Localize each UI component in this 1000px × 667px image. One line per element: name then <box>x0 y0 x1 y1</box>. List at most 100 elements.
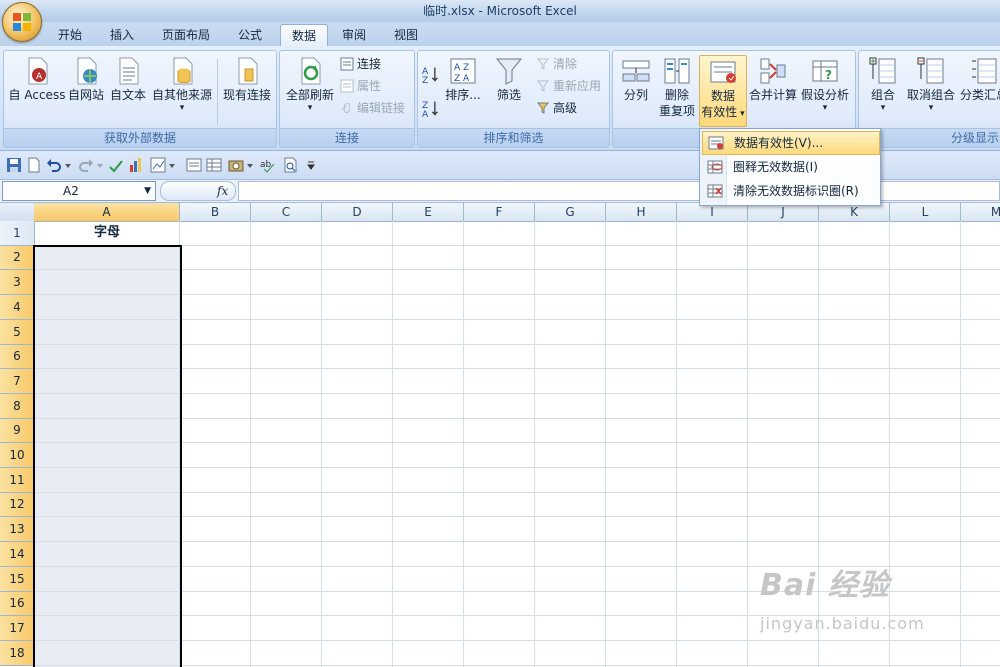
from-text-button[interactable]: 自文本 <box>108 55 148 103</box>
sort-ascending-button[interactable]: AZ <box>422 65 443 83</box>
undo-icon[interactable] <box>46 157 62 173</box>
consolidate-button[interactable]: 合并计算 <box>747 55 799 103</box>
advanced-filter-button[interactable]: 高级 <box>536 99 577 117</box>
edit-links-button[interactable]: 编辑链接 <box>340 99 405 117</box>
reapply-button[interactable]: 重新应用 <box>536 77 601 95</box>
row-header-5[interactable]: 5 <box>0 320 35 345</box>
row-header-17[interactable]: 17 <box>0 616 35 641</box>
cell-a1[interactable]: 字母 <box>34 221 180 245</box>
column-header-m[interactable]: M <box>961 203 1000 222</box>
column-header-d[interactable]: D <box>322 203 393 222</box>
line-chart-icon[interactable] <box>150 157 166 173</box>
chart-dropdown-icon[interactable] <box>168 157 176 173</box>
column-header-g[interactable]: G <box>535 203 606 222</box>
tab-review[interactable]: 审阅 <box>332 24 376 46</box>
customize-toolbar-icon[interactable] <box>306 157 316 173</box>
print-preview-icon[interactable] <box>282 157 298 173</box>
row-header-11[interactable]: 11 <box>0 468 35 493</box>
office-button[interactable] <box>2 2 42 42</box>
spell-check-icon[interactable]: ab <box>260 157 276 173</box>
tab-page-layout[interactable]: 页面布局 <box>154 24 218 46</box>
sort-descending-button[interactable]: ZA <box>422 99 443 117</box>
gridline-vertical <box>676 221 677 667</box>
tab-insert[interactable]: 插入 <box>100 24 144 46</box>
camera-dropdown-icon[interactable] <box>246 157 254 173</box>
name-box[interactable]: A2 ▼ <box>2 181 156 201</box>
new-file-icon[interactable] <box>26 157 42 173</box>
svg-text:Z: Z <box>422 76 428 83</box>
row-header-18[interactable]: 18 <box>0 641 35 666</box>
column-header-c[interactable]: C <box>251 203 322 222</box>
from-access-button[interactable]: A 自 Access <box>6 55 68 103</box>
filter-button[interactable]: 筛选 <box>490 55 528 103</box>
select-all-corner[interactable] <box>0 203 35 222</box>
undo-dropdown-icon[interactable] <box>64 157 72 173</box>
column-header-h[interactable]: H <box>606 203 677 222</box>
row-header-16[interactable]: 16 <box>0 592 35 616</box>
subtotal-button[interactable]: 分类汇总 <box>959 55 1000 103</box>
row-header-6[interactable]: 6 <box>0 345 35 369</box>
column-header-e[interactable]: E <box>393 203 464 222</box>
spelling-icon[interactable] <box>108 157 124 173</box>
refresh-all-button[interactable]: 全部刷新 ▾ <box>284 55 336 113</box>
connections-button[interactable]: 连接 <box>340 55 381 73</box>
group-sort-filter: AZ ZA A ZZ A 排序... 筛选 清除 重新应用 高级 排序和筛选 <box>417 50 610 148</box>
connections-icon <box>340 57 354 71</box>
menu-item-data-validation[interactable]: 数据有效性(V)... <box>702 131 880 155</box>
chart-icon[interactable] <box>128 157 144 173</box>
fx-icon[interactable]: fx <box>217 182 228 200</box>
remove-duplicates-button[interactable]: 删除 重复项 <box>657 55 697 119</box>
ribbon-tabs: 开始 插入 页面布局 公式 数据 审阅 视图 <box>0 22 1000 47</box>
column-header-f[interactable]: F <box>464 203 535 222</box>
from-web-button[interactable]: 自网站 <box>66 55 106 103</box>
from-other-sources-button[interactable]: 自其他来源 ▾ <box>150 55 214 113</box>
row-header-13[interactable]: 13 <box>0 517 35 542</box>
table-icon[interactable] <box>206 157 222 173</box>
consolidate-icon <box>760 58 786 84</box>
redo-dropdown-icon[interactable] <box>96 157 104 173</box>
form-icon[interactable] <box>186 157 202 173</box>
redo-icon[interactable] <box>78 157 94 173</box>
ungroup-rows-icon <box>917 57 944 84</box>
column-header-l[interactable]: L <box>890 203 961 222</box>
name-box-dropdown-icon[interactable]: ▼ <box>144 182 151 200</box>
existing-connections-button[interactable]: 现有连接 <box>221 55 273 103</box>
tab-formulas[interactable]: 公式 <box>228 24 272 46</box>
row-header-1[interactable]: 1 <box>0 221 35 246</box>
row-header-4[interactable]: 4 <box>0 295 35 320</box>
properties-button[interactable]: 属性 <box>340 77 381 95</box>
menu-item-clear-validation-circles[interactable]: 清除无效数据标识圈(R) <box>702 180 878 202</box>
tab-view[interactable]: 视图 <box>384 24 428 46</box>
formula-input[interactable] <box>238 181 1000 201</box>
group-button[interactable]: 组合 ▾ <box>863 55 903 113</box>
row-header-10[interactable]: 10 <box>0 443 35 468</box>
ungroup-button[interactable]: 取消组合 ▾ <box>905 55 957 113</box>
clear-circles-icon <box>707 184 723 198</box>
camera-icon[interactable] <box>228 157 244 173</box>
group-connections: 全部刷新 ▾ 连接 属性 编辑链接 连接 <box>279 50 415 148</box>
row-header-14[interactable]: 14 <box>0 542 35 567</box>
text-to-columns-button[interactable]: 分列 <box>617 55 655 103</box>
row-header-15[interactable]: 15 <box>0 567 35 592</box>
row-header-3[interactable]: 3 <box>0 270 35 295</box>
dropdown-arrow-icon: ▾ <box>737 109 745 119</box>
clear-filter-button[interactable]: 清除 <box>536 55 577 73</box>
column-header-b[interactable]: B <box>180 203 251 222</box>
filter-funnel-icon <box>495 58 523 85</box>
row-header-8[interactable]: 8 <box>0 394 35 419</box>
sort-dialog-icon: A ZZ A <box>450 58 476 84</box>
row-header-7[interactable]: 7 <box>0 369 35 394</box>
insert-function-area[interactable]: fx <box>160 181 236 201</box>
tab-data[interactable]: 数据 <box>280 24 328 47</box>
save-icon[interactable] <box>6 157 22 173</box>
row-header-2[interactable]: 2 <box>0 246 35 270</box>
column-header-a[interactable]: A <box>34 203 180 222</box>
tab-home[interactable]: 开始 <box>48 24 92 46</box>
sort-button[interactable]: A ZZ A 排序... <box>444 55 482 103</box>
row-header-9[interactable]: 9 <box>0 419 35 443</box>
what-if-analysis-button[interactable]: ? 假设分析 ▾ <box>799 55 851 113</box>
menu-item-circle-invalid-data[interactable]: 圈释无效数据(I) <box>702 156 878 178</box>
access-icon: A <box>28 57 48 85</box>
data-validation-button[interactable]: 数据 有效性 ▾ <box>699 55 747 127</box>
row-header-12[interactable]: 12 <box>0 493 35 517</box>
